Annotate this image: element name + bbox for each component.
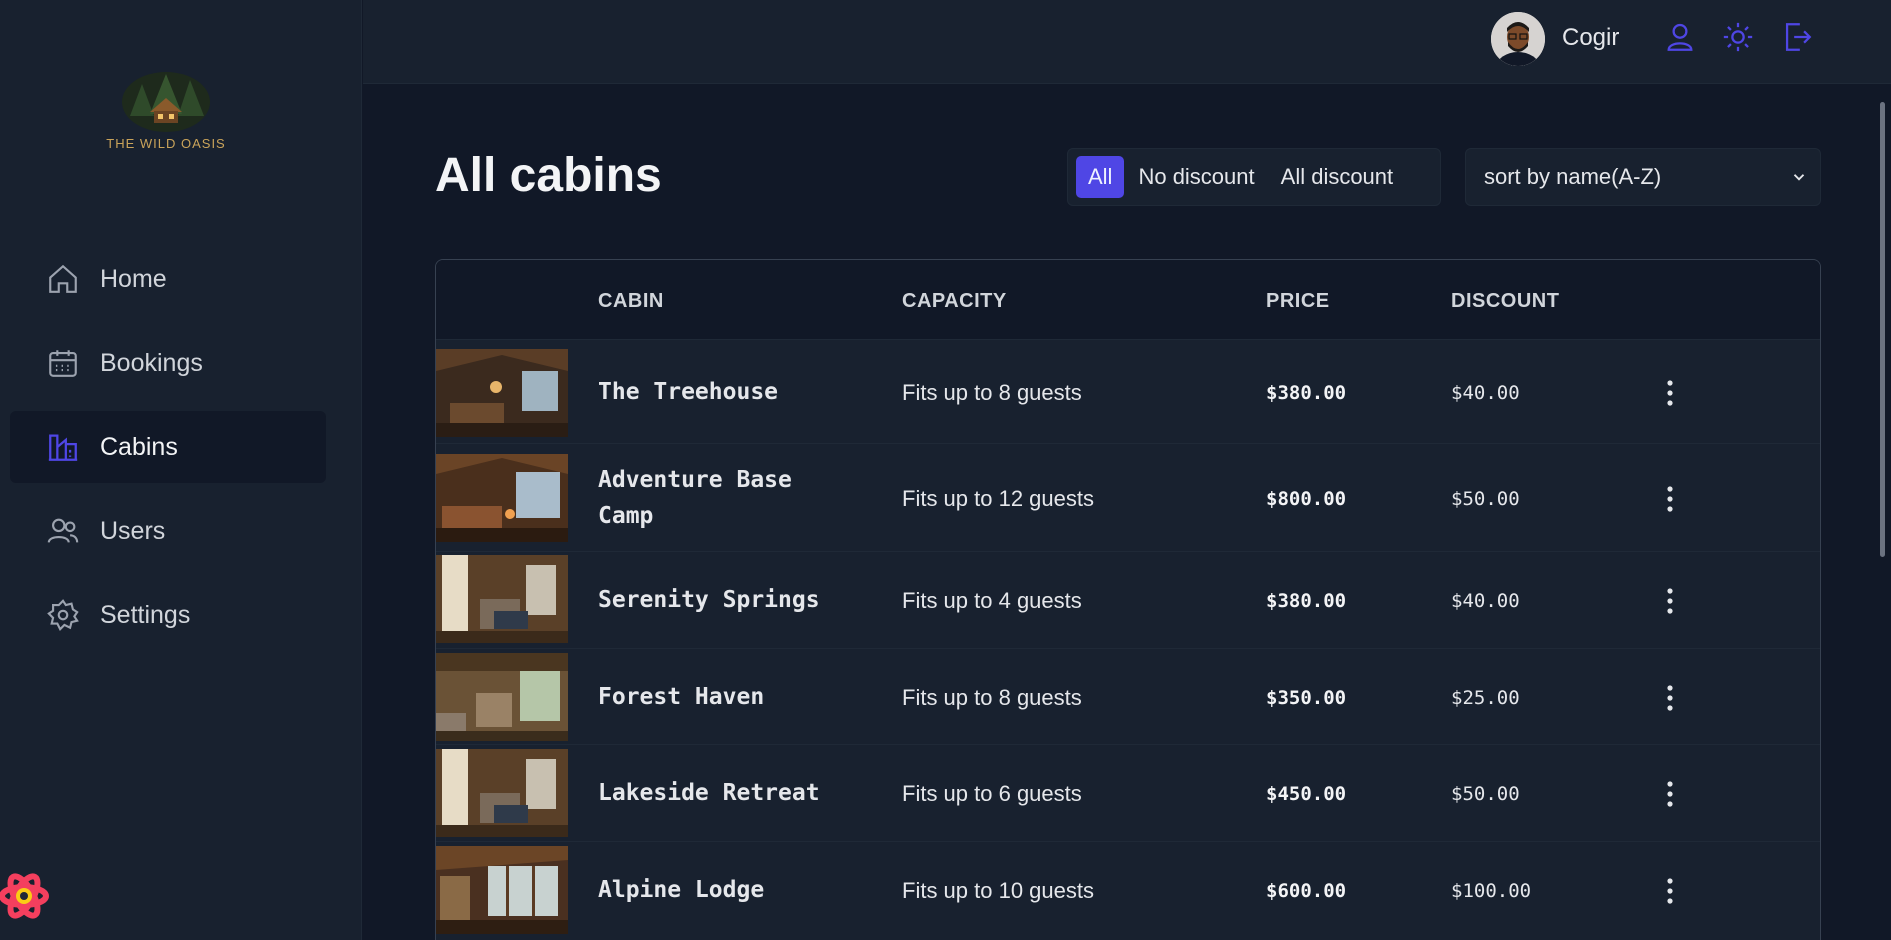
logout-icon[interactable] xyxy=(1780,20,1814,54)
sort-select-value: sort by name(A-Z) xyxy=(1484,164,1662,189)
sidebar-item-settings[interactable]: Settings xyxy=(10,579,326,651)
react-devtools-icon[interactable] xyxy=(0,870,52,922)
sidebar-item-label: Bookings xyxy=(100,348,203,377)
column-header-capacity: CAPACITY xyxy=(902,290,1007,312)
cabin-price: $450.00 xyxy=(1266,783,1347,805)
sidebar-item-label: Settings xyxy=(100,600,191,629)
cabin-image xyxy=(436,454,568,542)
table-row: Serenity Springs Fits up to 4 guests $38… xyxy=(436,552,1820,649)
cabin-name: Alpine Lodge xyxy=(598,877,765,903)
filter-with-discount-button[interactable]: All discount xyxy=(1269,156,1406,198)
column-header-discount: DISCOUNT xyxy=(1451,290,1560,312)
page-title: All cabins xyxy=(435,149,662,202)
filter-all-button[interactable]: All xyxy=(1076,156,1125,198)
user-name: Cogir xyxy=(1562,24,1620,51)
cabin-price: $380.00 xyxy=(1266,590,1347,612)
cabin-price: $600.00 xyxy=(1266,880,1347,902)
cabin-discount: $25.00 xyxy=(1451,687,1520,709)
cabin-discount: $50.00 xyxy=(1451,783,1520,805)
top-header: Cogir xyxy=(363,0,1891,84)
cabin-capacity: Fits up to 8 guests xyxy=(902,380,1082,405)
sidebar-item-home[interactable]: Home xyxy=(10,243,326,315)
sidebar-item-bookings[interactable]: Bookings xyxy=(10,327,326,399)
sort-select[interactable]: sort by name(A-Z) xyxy=(1465,148,1821,206)
cabin-price: $350.00 xyxy=(1266,687,1347,709)
cabin-image xyxy=(436,349,568,437)
cabin-name: The Treehouse xyxy=(598,379,779,405)
avatar-image xyxy=(1491,12,1545,66)
cabin-capacity: Fits up to 4 guests xyxy=(902,588,1082,613)
page-scrollbar[interactable] xyxy=(1880,102,1885,557)
calendar-icon xyxy=(49,350,77,377)
sidebar-item-label: Users xyxy=(100,516,166,545)
cabin-discount: $50.00 xyxy=(1451,488,1520,510)
more-vertical-icon[interactable] xyxy=(1658,378,1682,408)
sidebar-item-label: Home xyxy=(100,264,167,293)
column-header-cabin: CABIN xyxy=(598,290,664,312)
sidebar-item-label: Cabins xyxy=(100,432,178,461)
cabin-image xyxy=(436,653,568,741)
sidebar: THE WILD OASIS Home Bookings Cabins User… xyxy=(0,0,362,940)
cabin-discount: $100.00 xyxy=(1451,880,1532,902)
sun-icon[interactable] xyxy=(1721,20,1755,54)
logo: THE WILD OASIS xyxy=(104,64,228,154)
cabin-image xyxy=(436,749,568,837)
table-row: Adventure Base Camp Fits up to 12 guests… xyxy=(436,444,1820,552)
cabin-name: Forest Haven xyxy=(598,684,765,710)
cabin-capacity: Fits up to 12 guests xyxy=(902,486,1094,511)
more-vertical-icon[interactable] xyxy=(1658,779,1682,809)
table-row: Lakeside Retreat Fits up to 6 guests $45… xyxy=(436,745,1820,842)
sidebar-item-cabins[interactable]: Cabins xyxy=(10,411,326,483)
cabin-image xyxy=(436,846,568,934)
cabin-capacity: Fits up to 10 guests xyxy=(902,878,1094,903)
cabin-price: $380.00 xyxy=(1266,382,1347,404)
cabin-name: Adventure Base Camp xyxy=(598,467,792,529)
filter-no-discount-button[interactable]: No discount xyxy=(1126,156,1266,198)
table-row: The Treehouse Fits up to 8 guests $380.0… xyxy=(436,340,1820,444)
cabin-price: $800.00 xyxy=(1266,488,1347,510)
home-icon xyxy=(49,264,77,293)
table-row: Alpine Lodge Fits up to 10 guests $600.0… xyxy=(436,842,1820,940)
cabin-capacity: Fits up to 8 guests xyxy=(902,685,1082,710)
cabin-name: Lakeside Retreat xyxy=(598,780,820,806)
cabin-image xyxy=(436,555,568,643)
gear-icon xyxy=(47,599,79,631)
sidebar-item-users[interactable]: Users xyxy=(10,495,326,567)
sidebar-nav: Home Bookings Cabins Users Settings xyxy=(10,243,326,663)
discount-filter: All No discount All discount xyxy=(1067,148,1441,206)
user-icon[interactable] xyxy=(1663,20,1697,54)
table-header: CABIN CAPACITY PRICE DISCOUNT xyxy=(436,260,1820,340)
cabin-discount: $40.00 xyxy=(1451,590,1520,612)
brand-name: THE WILD OASIS xyxy=(106,136,226,151)
cabin-icon xyxy=(48,434,78,461)
cabin-name: Serenity Springs xyxy=(598,587,820,613)
cabin-discount: $40.00 xyxy=(1451,382,1520,404)
users-icon xyxy=(47,518,79,543)
cabins-table: CABIN CAPACITY PRICE DISCOUNT The Treeho… xyxy=(435,259,1821,940)
more-vertical-icon[interactable] xyxy=(1658,586,1682,616)
more-vertical-icon[interactable] xyxy=(1658,876,1682,906)
more-vertical-icon[interactable] xyxy=(1658,683,1682,713)
column-header-price: PRICE xyxy=(1266,290,1330,312)
table-row: Forest Haven Fits up to 8 guests $350.00… xyxy=(436,649,1820,745)
avatar[interactable] xyxy=(1491,12,1545,66)
chevron-down-icon xyxy=(1793,174,1805,181)
more-vertical-icon[interactable] xyxy=(1658,484,1682,514)
logo-image xyxy=(122,72,210,132)
cabin-capacity: Fits up to 6 guests xyxy=(902,781,1082,806)
